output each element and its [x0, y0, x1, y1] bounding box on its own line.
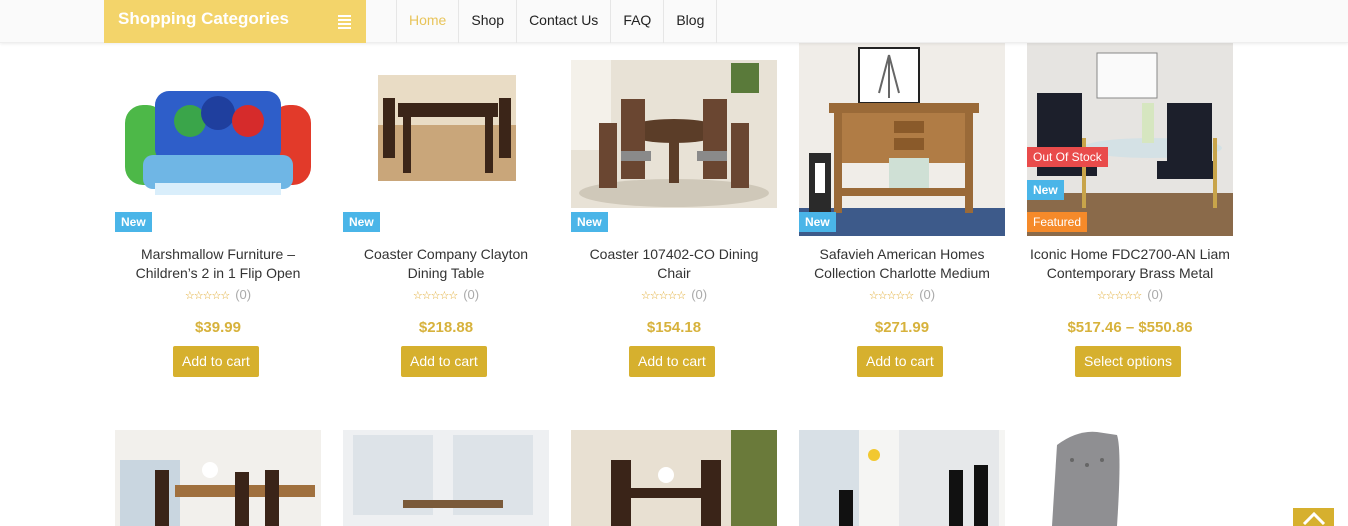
new-badge: New — [343, 212, 380, 232]
product-title[interactable]: Iconic Home FDC2700-AN Liam Contemporary… — [1017, 245, 1243, 283]
nav-blog[interactable]: Blog — [664, 0, 718, 43]
nav-faq[interactable]: FAQ — [611, 0, 665, 43]
product-price: $271.99 — [874, 319, 930, 336]
product-image[interactable] — [343, 430, 549, 526]
product-title[interactable]: Safavieh American Homes Collection Charl… — [789, 245, 1015, 283]
product-image[interactable] — [115, 430, 321, 526]
product-grid: New Marshmallow Furniture – Children’s 2… — [0, 0, 1348, 526]
star-rating-icon: ☆☆☆☆☆ — [412, 290, 458, 302]
chevron-up-icon — [1302, 511, 1326, 525]
product-rating: ☆☆☆☆☆ (0) — [799, 287, 1005, 302]
nav-home[interactable]: Home — [397, 0, 460, 43]
product-image[interactable] — [1027, 43, 1233, 236]
product-image[interactable] — [571, 430, 777, 526]
new-badge: New — [571, 212, 608, 232]
product-image[interactable] — [799, 43, 1005, 236]
product-image[interactable] — [799, 430, 1005, 526]
product-image[interactable] — [1027, 430, 1233, 526]
product-image[interactable] — [115, 43, 321, 236]
product-image[interactable] — [343, 43, 549, 236]
rating-count: (0) — [235, 287, 252, 302]
add-to-cart-button[interactable]: Add to cart — [857, 346, 943, 377]
product-image[interactable] — [571, 43, 777, 236]
featured-badge: Featured — [1027, 212, 1088, 232]
new-badge: New — [115, 212, 152, 232]
nav-contact-us[interactable]: Contact Us — [517, 0, 612, 43]
new-badge: New — [1027, 180, 1064, 200]
rating-count: (0) — [1147, 287, 1164, 302]
star-rating-icon: ☆☆☆☆☆ — [1096, 290, 1142, 302]
shopping-categories-button[interactable]: Shopping Categories — [104, 0, 366, 43]
product-price: $154.18 — [646, 319, 702, 336]
menu-icon — [338, 15, 351, 31]
star-rating-icon: ☆☆☆☆☆ — [868, 290, 914, 302]
shopping-categories-label: Shopping Categories — [118, 9, 289, 28]
product-rating: ☆☆☆☆☆ (0) — [1027, 287, 1233, 302]
add-to-cart-button[interactable]: Add to cart — [173, 346, 259, 377]
product-rating: ☆☆☆☆☆ (0) — [343, 287, 549, 302]
select-options-button[interactable]: Select options — [1075, 346, 1181, 377]
rating-count: (0) — [919, 287, 936, 302]
product-title[interactable]: Marshmallow Furniture – Children’s 2 in … — [105, 245, 331, 283]
add-to-cart-button[interactable]: Add to cart — [401, 346, 487, 377]
rating-count: (0) — [463, 287, 480, 302]
product-price: $218.88 — [418, 319, 474, 336]
scroll-to-top-button[interactable] — [1293, 508, 1334, 526]
nav-shop[interactable]: Shop — [459, 0, 518, 43]
star-rating-icon: ☆☆☆☆☆ — [640, 290, 686, 302]
star-rating-icon: ☆☆☆☆☆ — [184, 290, 230, 302]
product-price: $517.46 – $550.86 — [1067, 319, 1193, 336]
product-price: $39.99 — [195, 319, 241, 336]
top-navbar: Shopping Categories Home Shop Contact Us… — [0, 0, 1348, 43]
out-of-stock-badge: Out Of Stock — [1027, 147, 1108, 167]
rating-count: (0) — [691, 287, 708, 302]
product-rating: ☆☆☆☆☆ (0) — [571, 287, 777, 302]
main-nav: Home Shop Contact Us FAQ Blog — [396, 0, 718, 43]
product-title[interactable]: Coaster 107402-CO Dining Chair — [561, 245, 787, 283]
add-to-cart-button[interactable]: Add to cart — [629, 346, 715, 377]
product-title[interactable]: Coaster Company Clayton Dining Table — [333, 245, 559, 283]
product-rating: ☆☆☆☆☆ (0) — [115, 287, 321, 302]
new-badge: New — [799, 212, 836, 232]
